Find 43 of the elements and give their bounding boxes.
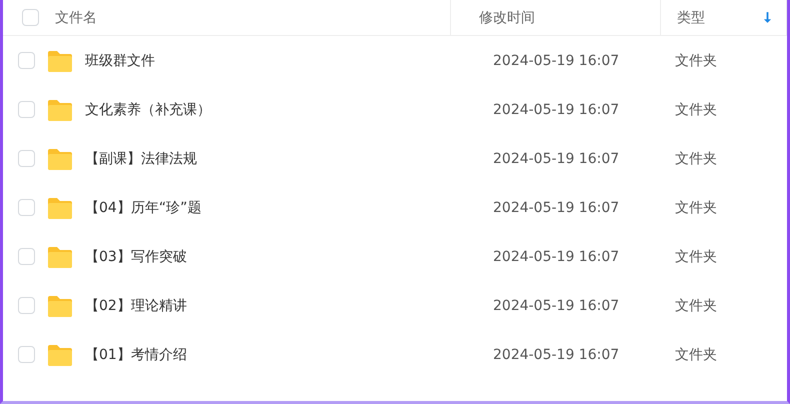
- column-header-cell[interactable]: 修改时间: [450, 0, 660, 35]
- modified-time: 2024-05-19 16:07: [493, 52, 620, 68]
- folder-icon: [47, 98, 73, 122]
- file-name[interactable]: 【01】考情介绍: [85, 346, 187, 364]
- folder-icon: [47, 294, 73, 318]
- row-checkbox[interactable]: [18, 199, 35, 216]
- file-name[interactable]: 【副课】法律法规: [85, 150, 197, 168]
- row-checkbox[interactable]: [18, 248, 35, 265]
- row-checkbox[interactable]: [18, 52, 35, 69]
- modified-time: 2024-05-19 16:07: [493, 200, 620, 216]
- modified-time: 2024-05-19 16:07: [493, 248, 620, 264]
- folder-icon: [47, 196, 73, 220]
- file-name[interactable]: 【04】历年“珍”题: [85, 198, 202, 216]
- file-type: 文件夹: [675, 52, 717, 68]
- file-name[interactable]: 【03】写作突破: [85, 248, 187, 266]
- row-checkbox[interactable]: [18, 297, 35, 314]
- column-header[interactable]: 修改时间: [479, 8, 535, 26]
- file-name[interactable]: 班级群文件: [85, 52, 155, 70]
- file-name[interactable]: 【02】理论精讲: [85, 296, 187, 314]
- folder-icon: [47, 146, 73, 170]
- file-type: 文件夹: [675, 200, 717, 216]
- column-header[interactable]: 文件名: [55, 8, 97, 26]
- modified-time: 2024-05-19 16:07: [493, 102, 620, 118]
- modified-time: 2024-05-19 16:07: [493, 346, 620, 362]
- folder-icon: [47, 342, 73, 366]
- modified-time: 2024-05-19 16:07: [493, 298, 620, 314]
- select-all-checkbox[interactable]: [22, 9, 38, 26]
- row-checkbox[interactable]: [18, 346, 35, 363]
- column-header-cell[interactable]: 类型: [660, 0, 787, 35]
- column-header-cell[interactable]: 文件名: [47, 0, 450, 35]
- file-type: 文件夹: [675, 150, 717, 166]
- folder-icon: [47, 48, 73, 72]
- sort-arrow-icon[interactable]: [763, 11, 772, 24]
- file-type: 文件夹: [675, 346, 717, 362]
- modified-time: 2024-05-19 16:07: [493, 150, 620, 166]
- file-type: 文件夹: [675, 298, 717, 314]
- file-name[interactable]: 文化素养（补充课）: [85, 100, 211, 118]
- folder-icon: [47, 244, 73, 268]
- row-checkbox[interactable]: [18, 150, 35, 167]
- column-header[interactable]: 类型: [677, 8, 705, 26]
- file-type: 文件夹: [675, 248, 717, 264]
- file-type: 文件夹: [675, 102, 717, 118]
- row-checkbox[interactable]: [18, 101, 35, 118]
